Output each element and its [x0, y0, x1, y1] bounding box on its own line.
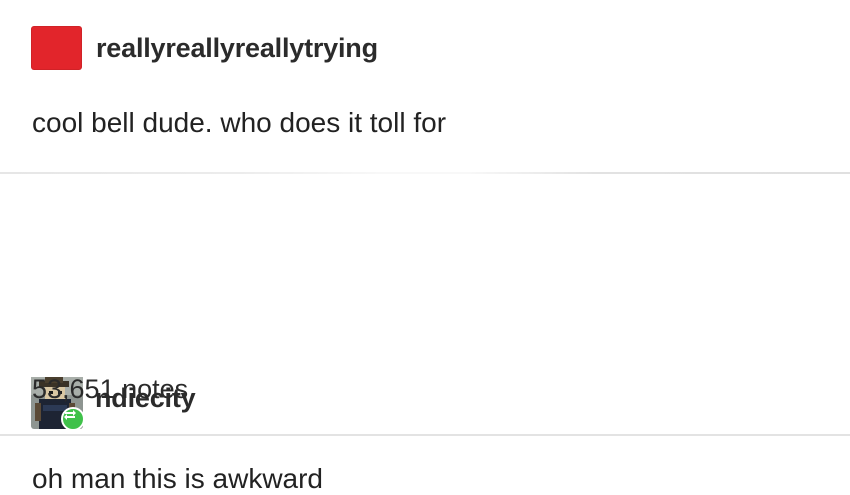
username-link[interactable]: reallyreallyreallytrying — [96, 33, 378, 64]
reblog-badge — [61, 407, 85, 431]
notes-count[interactable]: 53,651 notes — [32, 374, 188, 405]
bottom-divider — [0, 434, 850, 436]
red-square-avatar-icon[interactable] — [31, 26, 82, 70]
reblog-icon — [64, 410, 76, 420]
post-reallyreallyreallytrying: reallyreallyreallytrying cool bell dude.… — [0, 0, 850, 172]
post-text: oh man this is awkward — [32, 463, 324, 494]
post-header: reallyreallyreallytrying — [31, 26, 378, 70]
post-text: cool bell dude. who does it toll for — [32, 107, 447, 138]
